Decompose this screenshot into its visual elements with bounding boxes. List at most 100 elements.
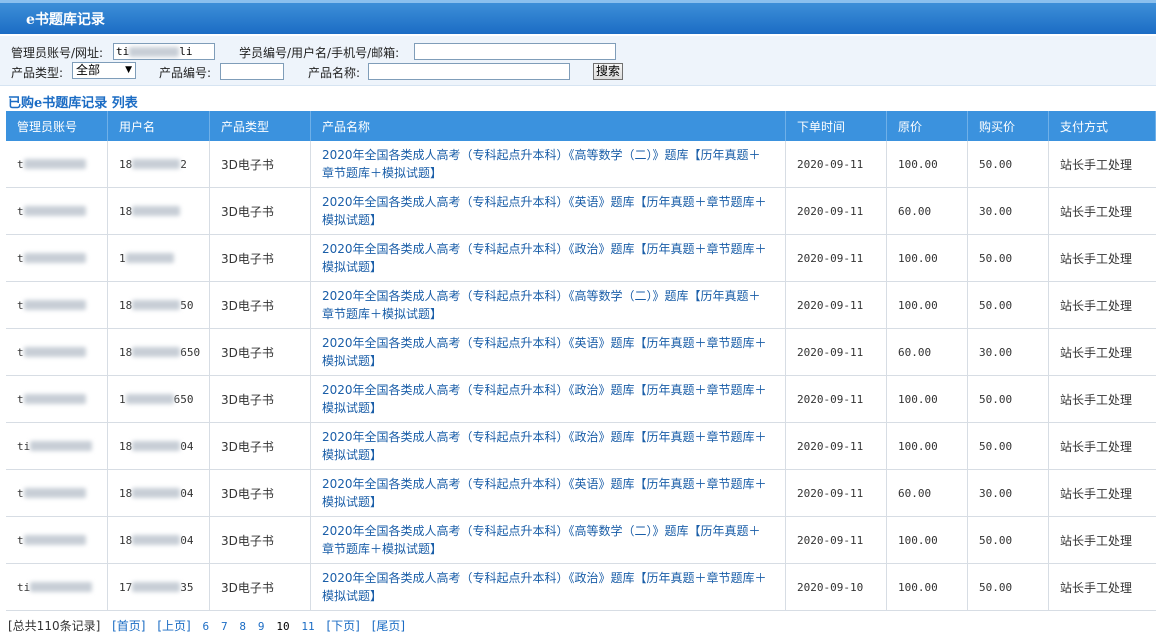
page-link-7[interactable]: 7 (221, 620, 228, 633)
product-name-link[interactable]: 2020年全国各类成人高考（专科起点升本科）《政治》题库【历年真题＋章节题库＋模… (311, 564, 786, 610)
redacted-text (132, 441, 181, 451)
redacted-text (132, 488, 181, 498)
username-prefix: 18 (119, 533, 133, 547)
original-price-cell: 100.00 (887, 141, 968, 187)
username-suffix: 04 (180, 486, 194, 500)
username-cell: 17 35 (108, 564, 210, 610)
next-page-link[interactable]: [下页] (326, 619, 359, 633)
current-page: 10 (276, 620, 290, 633)
order-date-cell: 2020-09-11 (786, 282, 887, 328)
redacted-text (23, 535, 86, 545)
admin-account-prefix: t (17, 204, 24, 218)
column-header-pay: 支付方式 (1049, 111, 1156, 141)
total-records: [总共110条记录] (8, 619, 101, 633)
search-form: 管理员账号/网址: ti li 学员编号/用户名/手机号/邮箱: 产品类型: 全部… (0, 36, 1156, 86)
name-input[interactable] (368, 63, 570, 80)
product-type-cell: 3D电子书 (210, 564, 311, 610)
code-input[interactable] (220, 63, 284, 80)
product-type-cell: 3D电子书 (210, 517, 311, 563)
purchase-price-cell: 30.00 (968, 188, 1049, 234)
admin-account-cell: t (6, 188, 108, 234)
product-name-link[interactable]: 2020年全国各类成人高考（专科起点升本科）《政治》题库【历年真题＋章节题库＋模… (311, 423, 786, 469)
product-name-link[interactable]: 2020年全国各类成人高考（专科起点升本科）《高等数学（二）》题库【历年真题＋章… (311, 517, 786, 563)
purchase-price-cell: 30.00 (968, 470, 1049, 516)
username-cell: 1 650 (108, 376, 210, 422)
admin-input-value-tail: li (179, 45, 193, 58)
type-select[interactable]: 全部 ▼ (72, 62, 136, 79)
username-cell: 18 04 (108, 470, 210, 516)
product-name-link[interactable]: 2020年全国各类成人高考（专科起点升本科）《英语》题库【历年真题＋章节题库＋模… (311, 470, 786, 516)
admin-account-cell: t (6, 517, 108, 563)
username-prefix: 17 (119, 580, 133, 594)
username-prefix: 18 (119, 486, 133, 500)
code-label: 产品编号: (159, 66, 212, 80)
redacted-text (23, 347, 86, 357)
order-date-cell: 2020-09-10 (786, 564, 887, 610)
table-row: t 18 50 3D电子书 2020年全国各类成人高考（专科起点升本科）《高等数学（二）… (6, 282, 1156, 329)
student-input[interactable] (414, 43, 616, 60)
product-name-link[interactable]: 2020年全国各类成人高考（专科起点升本科）《高等数学（二）》题库【历年真题＋章… (311, 141, 786, 187)
last-page-link[interactable]: [尾页] (372, 619, 405, 633)
original-price-cell: 100.00 (887, 235, 968, 281)
first-page-link[interactable]: [首页] (112, 619, 145, 633)
page-link-8[interactable]: 8 (239, 620, 246, 633)
order-date-cell: 2020-09-11 (786, 423, 887, 469)
username-suffix: 2 (180, 157, 187, 171)
payment-method-cell: 站长手工处理 (1060, 204, 1133, 219)
column-header-user: 用户名 (108, 111, 210, 141)
admin-input-value: ti (116, 45, 130, 58)
product-type-cell: 3D电子书 (210, 376, 311, 422)
product-name-link[interactable]: 2020年全国各类成人高考（专科起点升本科）《高等数学（二）》题库【历年真题＋章… (311, 282, 786, 328)
admin-input[interactable]: ti li (113, 43, 215, 60)
table-row: t 18 04 3D电子书 2020年全国各类成人高考（专科起点升本科）《高等数学（二）… (6, 517, 1156, 564)
order-date-cell: 2020-09-11 (786, 141, 887, 187)
admin-account-cell: t (6, 329, 108, 375)
page-link-9[interactable]: 9 (258, 620, 265, 633)
product-name-link[interactable]: 2020年全国各类成人高考（专科起点升本科）《英语》题库【历年真题＋章节题库＋模… (311, 188, 786, 234)
payment-method-cell: 站长手工处理 (1060, 580, 1133, 595)
product-name-link[interactable]: 2020年全国各类成人高考（专科起点升本科）《英语》题库【历年真题＋章节题库＋模… (311, 329, 786, 375)
redacted-text (23, 300, 86, 310)
redacted-text (132, 535, 181, 545)
column-header-admin: 管理员账号 (6, 111, 108, 141)
payment-method-cell: 站长手工处理 (1060, 345, 1133, 360)
username-prefix: 18 (119, 345, 133, 359)
product-type-cell: 3D电子书 (210, 235, 311, 281)
order-date-cell: 2020-09-11 (786, 329, 887, 375)
original-price-cell: 60.00 (887, 329, 968, 375)
page-link-6[interactable]: 6 (203, 620, 210, 633)
table-row: t 18 650 3D电子书 2020年全国各类成人高考（专科起点升本科）《英语》题库【… (6, 329, 1156, 376)
redacted-text (125, 394, 174, 404)
admin-account-cell: t (6, 141, 108, 187)
table-header-row: 管理员账号 用户名 产品类型 产品名称 下单时间 原价 购买价 支付方式 (6, 111, 1156, 141)
username-prefix: 18 (119, 298, 133, 312)
original-price-cell: 60.00 (887, 470, 968, 516)
admin-account-prefix: ti (17, 580, 31, 594)
admin-account-prefix: t (17, 251, 24, 265)
redacted-text (125, 253, 174, 263)
search-button[interactable]: 搜索 (593, 63, 623, 80)
table-row: t 18 04 3D电子书 2020年全国各类成人高考（专科起点升本科）《英语》题库【历… (6, 470, 1156, 517)
column-header-type: 产品类型 (210, 111, 311, 141)
redacted-text (129, 47, 180, 57)
product-type-cell: 3D电子书 (210, 470, 311, 516)
admin-label: 管理员账号/网址: (11, 46, 104, 60)
table-row: t 1 3D电子书 2020年全国各类成人高考（专科起点升本科）《政治》题库【历年真题… (6, 235, 1156, 282)
payment-method-cell: 站长手工处理 (1060, 157, 1133, 172)
prev-page-link[interactable]: [上页] (157, 619, 190, 633)
column-header-price: 原价 (887, 111, 968, 141)
purchase-price-cell: 50.00 (968, 517, 1049, 563)
username-suffix: 35 (180, 580, 194, 594)
order-date-cell: 2020-09-11 (786, 235, 887, 281)
username-cell: 1 (108, 235, 210, 281)
username-cell: 18 2 (108, 141, 210, 187)
product-name-link[interactable]: 2020年全国各类成人高考（专科起点升本科）《政治》题库【历年真题＋章节题库＋模… (311, 235, 786, 281)
product-name-link[interactable]: 2020年全国各类成人高考（专科起点升本科）《政治》题库【历年真题＋章节题库＋模… (311, 376, 786, 422)
username-prefix: 1 (119, 392, 126, 406)
username-cell: 18 (108, 188, 210, 234)
page-link-11[interactable]: 11 (301, 620, 314, 633)
purchase-price-cell: 50.00 (968, 376, 1049, 422)
redacted-text (23, 253, 86, 263)
redacted-text (23, 488, 86, 498)
username-cell: 18 50 (108, 282, 210, 328)
